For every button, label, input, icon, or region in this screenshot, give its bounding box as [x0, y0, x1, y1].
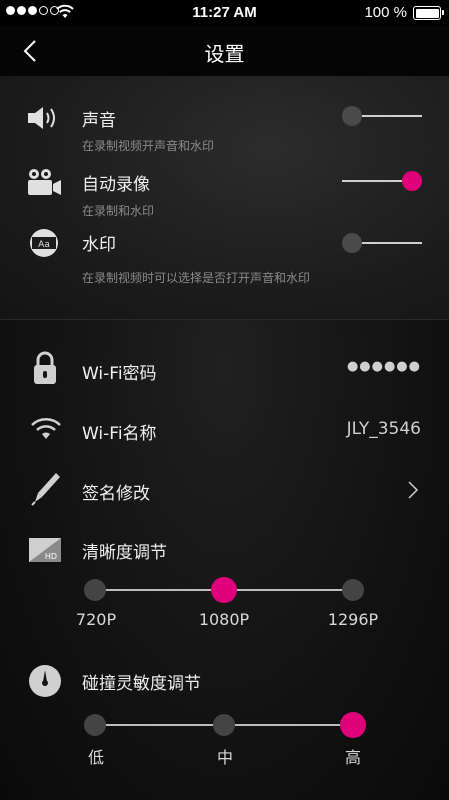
watermark-toggle[interactable] [342, 231, 422, 255]
resolution-option-720p[interactable] [84, 579, 106, 601]
device-settings-section: Wi-Fi密码 ●●●●●● Wi-Fi名称 JLY_3546 签名修改 HD … [0, 320, 449, 800]
chevron-right-icon [408, 481, 419, 499]
watermark-description: 在录制视频时可以选择是否打开声音和水印 [82, 271, 311, 285]
auto-record-label: 自动录像 [82, 175, 150, 195]
auto-record-description: 在录制和水印 [82, 204, 155, 218]
sound-description: 在录制视频开声音和水印 [82, 139, 215, 153]
sensitivity-option-high[interactable] [340, 712, 366, 738]
battery-percentage: 100 % [364, 4, 407, 21]
resolution-tick-1080p: 1080P [198, 610, 250, 629]
resolution-tick-1296p: 1296P [327, 610, 379, 629]
lock-icon [34, 351, 56, 384]
watermark-label: 水印 [82, 235, 116, 255]
sensitivity-option-medium[interactable] [213, 714, 235, 736]
recording-options-section: 声音 在录制视频开声音和水印 自动录像 在录制和水印 Aa 水印 在录制视频时可… [0, 76, 449, 320]
sensitivity-label: 碰撞灵敏度调节 [82, 674, 201, 694]
wifi-icon [31, 418, 61, 439]
navigation-bar: 设置 [0, 26, 449, 76]
auto-record-toggle[interactable] [342, 169, 422, 193]
wifi-password-value: ●●●●●● [346, 359, 421, 374]
svg-text:Aa: Aa [38, 240, 50, 250]
sensitivity-tick-high: 高 [344, 748, 362, 767]
gauge-icon [29, 665, 61, 697]
sensitivity-tick-low: 低 [87, 748, 105, 767]
watermark-icon: Aa [30, 229, 58, 257]
resolution-option-1080p[interactable] [211, 577, 237, 603]
page-title: 设置 [204, 42, 245, 66]
signature-row[interactable]: 签名修改 [0, 465, 449, 515]
status-bar: 11:27 AM 100 % [0, 0, 449, 26]
sensitivity-option-low[interactable] [84, 714, 106, 736]
chevron-left-icon[interactable] [16, 36, 46, 66]
resolution-option-1296p[interactable] [342, 579, 364, 601]
svg-text:HD: HD [45, 552, 57, 561]
wifi-password-label: Wi-Fi密码 [82, 364, 157, 384]
wifi-name-row[interactable]: Wi-Fi名称 JLY_3546 [0, 405, 449, 455]
camera-icon [28, 169, 61, 195]
sensitivity-slider[interactable] [84, 711, 366, 739]
resolution-label: 清晰度调节 [82, 543, 167, 563]
speaker-icon [28, 107, 55, 129]
resolution-slider[interactable] [84, 576, 364, 604]
wifi-password-row[interactable]: Wi-Fi密码 ●●●●●● [0, 345, 449, 395]
signature-label: 签名修改 [82, 484, 150, 504]
sound-label: 声音 [82, 111, 116, 131]
sensitivity-tick-medium: 中 [216, 748, 234, 767]
battery-icon [413, 6, 444, 20]
sound-toggle[interactable] [342, 104, 422, 128]
pen-icon [31, 473, 60, 506]
hd-icon: HD [29, 538, 61, 562]
wifi-name-value: JLY_3546 [346, 419, 421, 439]
resolution-tick-720p: 720P [75, 610, 117, 629]
wifi-name-label: Wi-Fi名称 [82, 424, 157, 444]
